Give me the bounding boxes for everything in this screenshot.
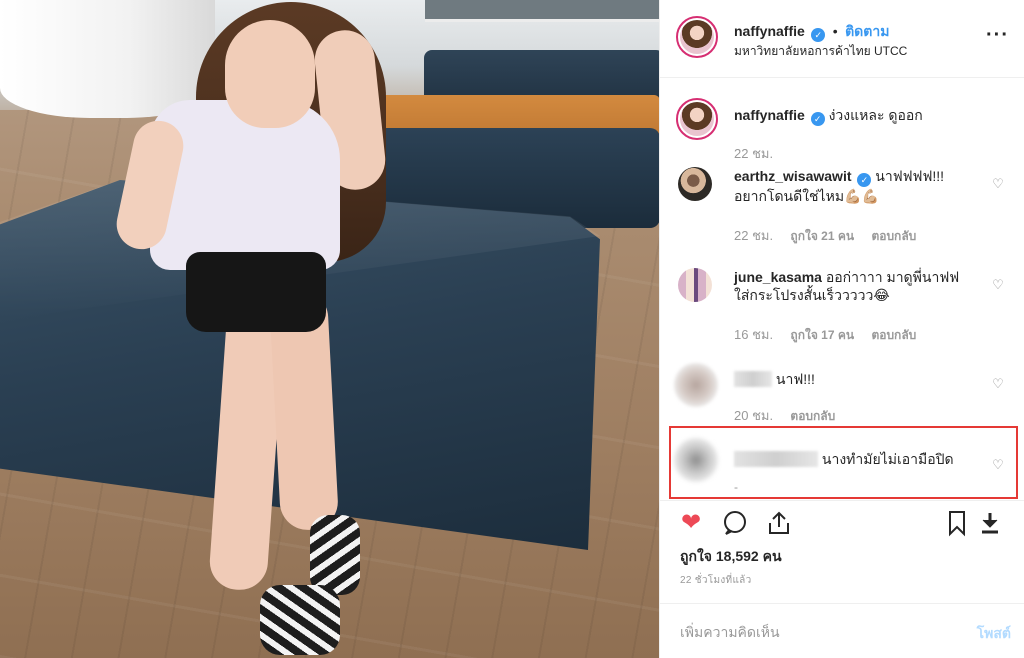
verified-badge-icon: ✓	[810, 112, 825, 126]
author-avatar-image	[680, 20, 714, 54]
add-comment-bar: โพสต์	[660, 603, 1024, 658]
reply-button[interactable]: ตอบกลับ	[790, 409, 835, 423]
comment-likes[interactable]: ถูกใจ 21 คน	[790, 229, 854, 243]
comment-like-heart-icon[interactable]: ♡	[991, 177, 1005, 191]
comment-time[interactable]: 20 ชม.	[734, 408, 773, 423]
post-comment-button[interactable]: โพสต์	[977, 623, 1011, 645]
commenter-avatar[interactable]	[678, 167, 712, 201]
comment-body: earthz_wisawawit ✓ นาฟฟฟฟ!!! อยากโดนดีใช…	[734, 167, 974, 205]
person-shoe-left	[260, 585, 340, 655]
location-link[interactable]: มหาวิทยาลัยหอการค้าไทย UTCC	[734, 42, 907, 61]
header-separator: •	[832, 23, 838, 39]
action-bar: ❤	[660, 500, 1024, 542]
share-icon[interactable]	[765, 509, 793, 537]
commenter-avatar[interactable]	[678, 268, 712, 302]
verified-badge-icon: ✓	[811, 28, 826, 42]
follow-button[interactable]: ติดตาม	[845, 23, 889, 39]
commenter-avatar-blurred[interactable]	[674, 363, 718, 407]
caption-avatar-image	[680, 102, 714, 136]
caption-text: ง่วงแหละ ดูออก	[828, 107, 923, 123]
post-side-panel: naffynaffie ✓ • ติดตาม มหาวิทยาลัยหอการค…	[659, 0, 1024, 658]
comment-meta: 20 ชม. ตอบกลับ	[734, 405, 849, 426]
comment-body: june_kasama ออก่าาาา มาดูพี่นาฟฟ ใส่กระโ…	[734, 268, 974, 304]
highlight-box	[669, 426, 1018, 499]
comment-text: นาฟ!!!	[775, 371, 815, 387]
comment-meta: 16 ชม. ถูกใจ 17 คน ตอบกลับ	[734, 324, 930, 345]
comment-meta: 22 ชม. ถูกใจ 21 คน ตอบกลับ	[734, 225, 930, 246]
caption-avatar[interactable]	[676, 98, 718, 140]
background-window	[425, 0, 659, 22]
person-face	[225, 20, 315, 128]
bookmark-icon[interactable]	[943, 509, 971, 537]
comment-icon[interactable]	[721, 509, 749, 537]
comment-time[interactable]: 22 ชม.	[734, 228, 773, 243]
caption-text-line: naffynaffie ✓ ง่วงแหละ ดูออก	[734, 106, 974, 126]
download-icon[interactable]	[976, 509, 1004, 537]
comment-input[interactable]	[680, 620, 940, 644]
comment-username[interactable]: earthz_wisawawit	[734, 168, 852, 184]
person-shoe-right	[310, 515, 360, 595]
post-header: naffynaffie ✓ • ติดตาม มหาวิทยาลัยหอการค…	[660, 0, 1024, 78]
comment-like-heart-icon[interactable]: ♡	[991, 377, 1005, 391]
author-line: naffynaffie ✓ • ติดตาม	[734, 21, 889, 43]
comment-likes[interactable]: ถูกใจ 17 คน	[790, 328, 854, 342]
comment-body: นาฟ!!!	[734, 370, 974, 388]
username-blurred	[734, 371, 772, 387]
author-username[interactable]: naffynaffie	[734, 23, 805, 39]
caption-time[interactable]: 22 ชม.	[734, 143, 773, 164]
caption-username[interactable]: naffynaffie	[734, 107, 805, 123]
author-avatar[interactable]	[676, 16, 718, 58]
person-shirt	[150, 100, 340, 270]
reply-button[interactable]: ตอบกลับ	[871, 328, 916, 342]
likes-count[interactable]: ถูกใจ 18,592 คน	[680, 546, 782, 568]
comment-like-heart-icon[interactable]: ♡	[991, 278, 1005, 292]
more-horizontal-icon[interactable]: ···	[986, 24, 1009, 47]
comment-username[interactable]: june_kasama	[734, 269, 822, 285]
post-photo[interactable]	[0, 0, 659, 658]
verified-badge-icon: ✓	[857, 173, 872, 187]
comment-time[interactable]: 16 ชม.	[734, 327, 773, 342]
post-time[interactable]: 22 ชั่วโมงที่แล้ว	[680, 573, 752, 588]
reply-button[interactable]: ตอบกลับ	[871, 229, 916, 243]
person-skirt	[186, 252, 326, 332]
heart-filled-icon[interactable]: ❤	[677, 509, 705, 537]
